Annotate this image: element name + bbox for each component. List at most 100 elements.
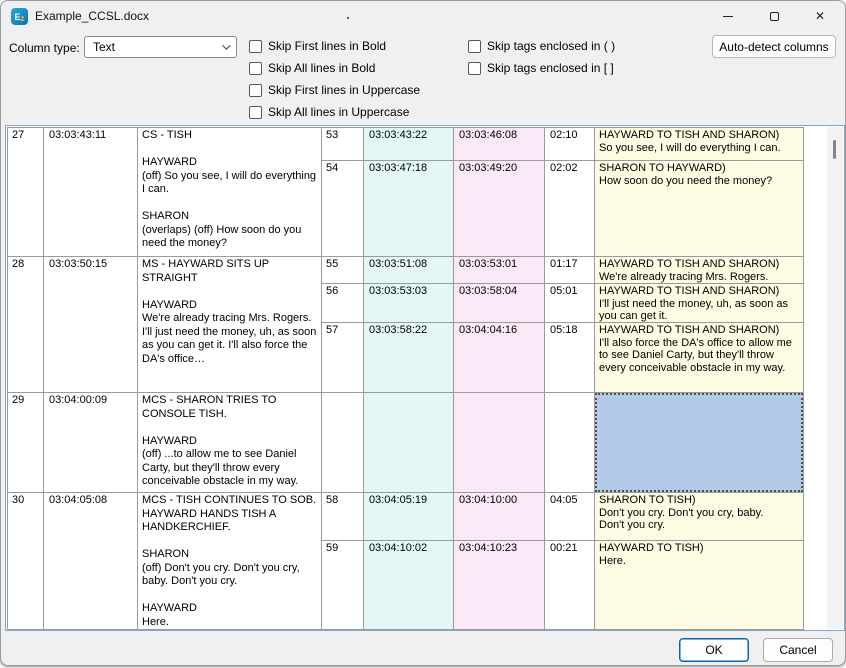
subtitle-end-cell[interactable]: 03:03:58:04 xyxy=(454,284,545,323)
scene-number-cell[interactable]: 29 xyxy=(8,393,44,493)
column-type-value: Text xyxy=(93,40,115,54)
subtitle-text-cell[interactable]: HAYWARD TO TISH AND SHARON) We're alread… xyxy=(595,257,804,284)
subtitle-duration-cell[interactable]: 00:21 xyxy=(545,541,595,630)
checkbox-icon xyxy=(249,62,262,75)
subtitle-row: 54 03:03:47:18 03:03:49:20 02:02 SHARON … xyxy=(322,161,804,257)
checkbox-skip-all-lines-uppercase[interactable]: Skip All lines in Uppercase xyxy=(249,105,409,119)
subtitle-number-cell[interactable]: 59 xyxy=(322,541,364,630)
checkbox-icon xyxy=(249,106,262,119)
subtitle-row: 55 03:03:51:08 03:03:53:01 01:17 HAYWARD… xyxy=(322,257,804,284)
scrollbar-thumb[interactable] xyxy=(833,140,836,159)
checkbox-skip-first-lines-uppercase[interactable]: Skip First lines in Uppercase xyxy=(249,83,420,97)
maximize-icon xyxy=(770,12,779,21)
scene-timecode-cell[interactable]: 03:04:05:08 xyxy=(44,493,138,630)
scene-row: 30 03:04:05:08 MCS - TISH CONTINUES TO S… xyxy=(8,493,322,630)
subtitle-number-cell[interactable] xyxy=(322,393,364,493)
scene-timecode-cell[interactable]: 03:03:50:15 xyxy=(44,257,138,393)
subtitle-start-cell[interactable] xyxy=(364,393,454,493)
selected-cell-highlight xyxy=(595,393,803,492)
subtitle-start-cell[interactable]: 03:04:05:19 xyxy=(364,493,454,541)
subtitle-text-cell[interactable]: HAYWARD TO TISH AND SHARON) I'll also fo… xyxy=(595,323,804,393)
scene-row: 29 03:04:00:09 MCS - SHARON TRIES TO CON… xyxy=(8,393,322,493)
close-button[interactable]: ✕ xyxy=(797,1,843,31)
scene-timecode-cell[interactable]: 03:04:00:09 xyxy=(44,393,138,493)
scene-text-cell[interactable]: CS - TISH HAYWARD (off) So you see, I wi… xyxy=(138,128,322,257)
window-title: Example_CCSL.docx xyxy=(35,9,149,23)
vertical-scrollbar[interactable] xyxy=(827,127,843,629)
scene-number-cell[interactable]: 30 xyxy=(8,493,44,630)
subtitle-text-cell[interactable]: SHARON TO TISH) Don't you cry. Don't you… xyxy=(595,493,804,541)
subtitle-duration-cell[interactable]: 02:02 xyxy=(545,161,595,257)
subtitle-start-cell[interactable]: 03:03:53:03 xyxy=(364,284,454,323)
subtitle-row: 58 03:04:05:19 03:04:10:00 04:05 SHARON … xyxy=(322,493,804,541)
subtitle-end-cell[interactable]: 03:03:49:20 xyxy=(454,161,545,257)
column-type-select[interactable]: Text xyxy=(84,36,237,58)
close-icon: ✕ xyxy=(815,10,825,22)
subtitle-number-cell[interactable]: 57 xyxy=(322,323,364,393)
app-icon-letter-z: z xyxy=(21,14,25,23)
subtitle-number-cell[interactable]: 58 xyxy=(322,493,364,541)
checkbox-label: Skip First lines in Uppercase xyxy=(268,83,420,97)
cancel-button[interactable]: Cancel xyxy=(763,638,833,662)
auto-detect-columns-button[interactable]: Auto-detect columns xyxy=(712,35,836,58)
checkbox-label: Skip All lines in Uppercase xyxy=(268,105,409,119)
checkbox-skip-tags-parentheses[interactable]: Skip tags enclosed in ( ) xyxy=(468,39,615,53)
subtitle-number-cell[interactable]: 55 xyxy=(322,257,364,284)
dialog-window: Ez Example_CCSL.docx ✕ Column type: Text… xyxy=(0,0,846,666)
stray-dot xyxy=(347,17,349,19)
scene-grid: 27 03:03:43:11 CS - TISH HAYWARD (off) S… xyxy=(7,127,322,630)
checkbox-icon xyxy=(249,84,262,97)
subtitle-duration-cell[interactable] xyxy=(545,393,595,493)
checkbox-skip-tags-brackets[interactable]: Skip tags enclosed in [ ] xyxy=(468,61,614,75)
subtitle-end-cell[interactable]: 03:04:10:23 xyxy=(454,541,545,630)
checkbox-label: Skip First lines in Bold xyxy=(268,39,386,53)
subtitle-text-cell[interactable]: SHARON TO HAYWARD) How soon do you need … xyxy=(595,161,804,257)
checkbox-label: Skip tags enclosed in ( ) xyxy=(487,39,615,53)
maximize-button[interactable] xyxy=(751,1,797,31)
checkbox-label: Skip All lines in Bold xyxy=(268,61,375,75)
subtitle-end-cell[interactable] xyxy=(454,393,545,493)
subtitle-end-cell[interactable]: 03:04:04:16 xyxy=(454,323,545,393)
subtitle-duration-cell[interactable]: 01:17 xyxy=(545,257,595,284)
subtitle-text-cell[interactable]: HAYWARD TO TISH AND SHARON) I'll just ne… xyxy=(595,284,804,323)
subtitle-start-cell[interactable]: 03:03:51:08 xyxy=(364,257,454,284)
subtitle-start-cell[interactable]: 03:03:47:18 xyxy=(364,161,454,257)
subtitle-text-cell[interactable]: HAYWARD TO TISH) Here. xyxy=(595,541,804,630)
checkbox-skip-first-lines-bold[interactable]: Skip First lines in Bold xyxy=(249,39,386,53)
subtitle-number-cell[interactable]: 54 xyxy=(322,161,364,257)
checkbox-icon xyxy=(249,40,262,53)
scene-text-cell[interactable]: MS - HAYWARD SITS UP STRAIGHT HAYWARD We… xyxy=(138,257,322,393)
ccsl-table: 27 03:03:43:11 CS - TISH HAYWARD (off) S… xyxy=(7,127,804,630)
scene-text-cell[interactable]: MCS - TISH CONTINUES TO SOB. HAYWARD HAN… xyxy=(138,493,322,630)
checkbox-icon xyxy=(468,40,481,53)
subtitle-number-cell[interactable]: 53 xyxy=(322,128,364,161)
minimize-button[interactable] xyxy=(705,1,751,31)
subtitle-row: 59 03:04:10:02 03:04:10:23 00:21 HAYWARD… xyxy=(322,541,804,630)
subtitle-text-cell-selected[interactable] xyxy=(595,393,804,493)
subtitle-duration-cell[interactable]: 02:10 xyxy=(545,128,595,161)
checkbox-skip-all-lines-bold[interactable]: Skip All lines in Bold xyxy=(249,61,375,75)
scene-text-cell[interactable]: MCS - SHARON TRIES TO CONSOLE TISH. HAYW… xyxy=(138,393,322,493)
scene-number-cell[interactable]: 28 xyxy=(8,257,44,393)
chevron-down-icon xyxy=(222,41,230,49)
subtitle-end-cell[interactable]: 03:03:46:08 xyxy=(454,128,545,161)
scene-timecode-cell[interactable]: 03:03:43:11 xyxy=(44,128,138,257)
scene-row: 28 03:03:50:15 MS - HAYWARD SITS UP STRA… xyxy=(8,257,322,393)
subtitle-start-cell[interactable]: 03:03:43:22 xyxy=(364,128,454,161)
subtitle-start-cell[interactable]: 03:04:10:02 xyxy=(364,541,454,630)
titlebar: Ez Example_CCSL.docx ✕ xyxy=(1,1,845,31)
subtitle-start-cell[interactable]: 03:03:58:22 xyxy=(364,323,454,393)
scene-number-cell[interactable]: 27 xyxy=(8,128,44,257)
subtitle-text-cell[interactable]: HAYWARD TO TISH AND SHARON) So you see, … xyxy=(595,128,804,161)
subtitle-duration-cell[interactable]: 05:18 xyxy=(545,323,595,393)
subtitle-end-cell[interactable]: 03:04:10:00 xyxy=(454,493,545,541)
subtitle-grid: 53 03:03:43:22 03:03:46:08 02:10 HAYWARD… xyxy=(322,127,804,630)
scene-row: 27 03:03:43:11 CS - TISH HAYWARD (off) S… xyxy=(8,128,322,257)
subtitle-end-cell[interactable]: 03:03:53:01 xyxy=(454,257,545,284)
subtitle-duration-cell[interactable]: 05:01 xyxy=(545,284,595,323)
minimize-icon xyxy=(723,16,733,17)
subtitle-row-empty xyxy=(322,393,804,493)
subtitle-number-cell[interactable]: 56 xyxy=(322,284,364,323)
ok-button[interactable]: OK xyxy=(679,638,749,662)
subtitle-duration-cell[interactable]: 04:05 xyxy=(545,493,595,541)
